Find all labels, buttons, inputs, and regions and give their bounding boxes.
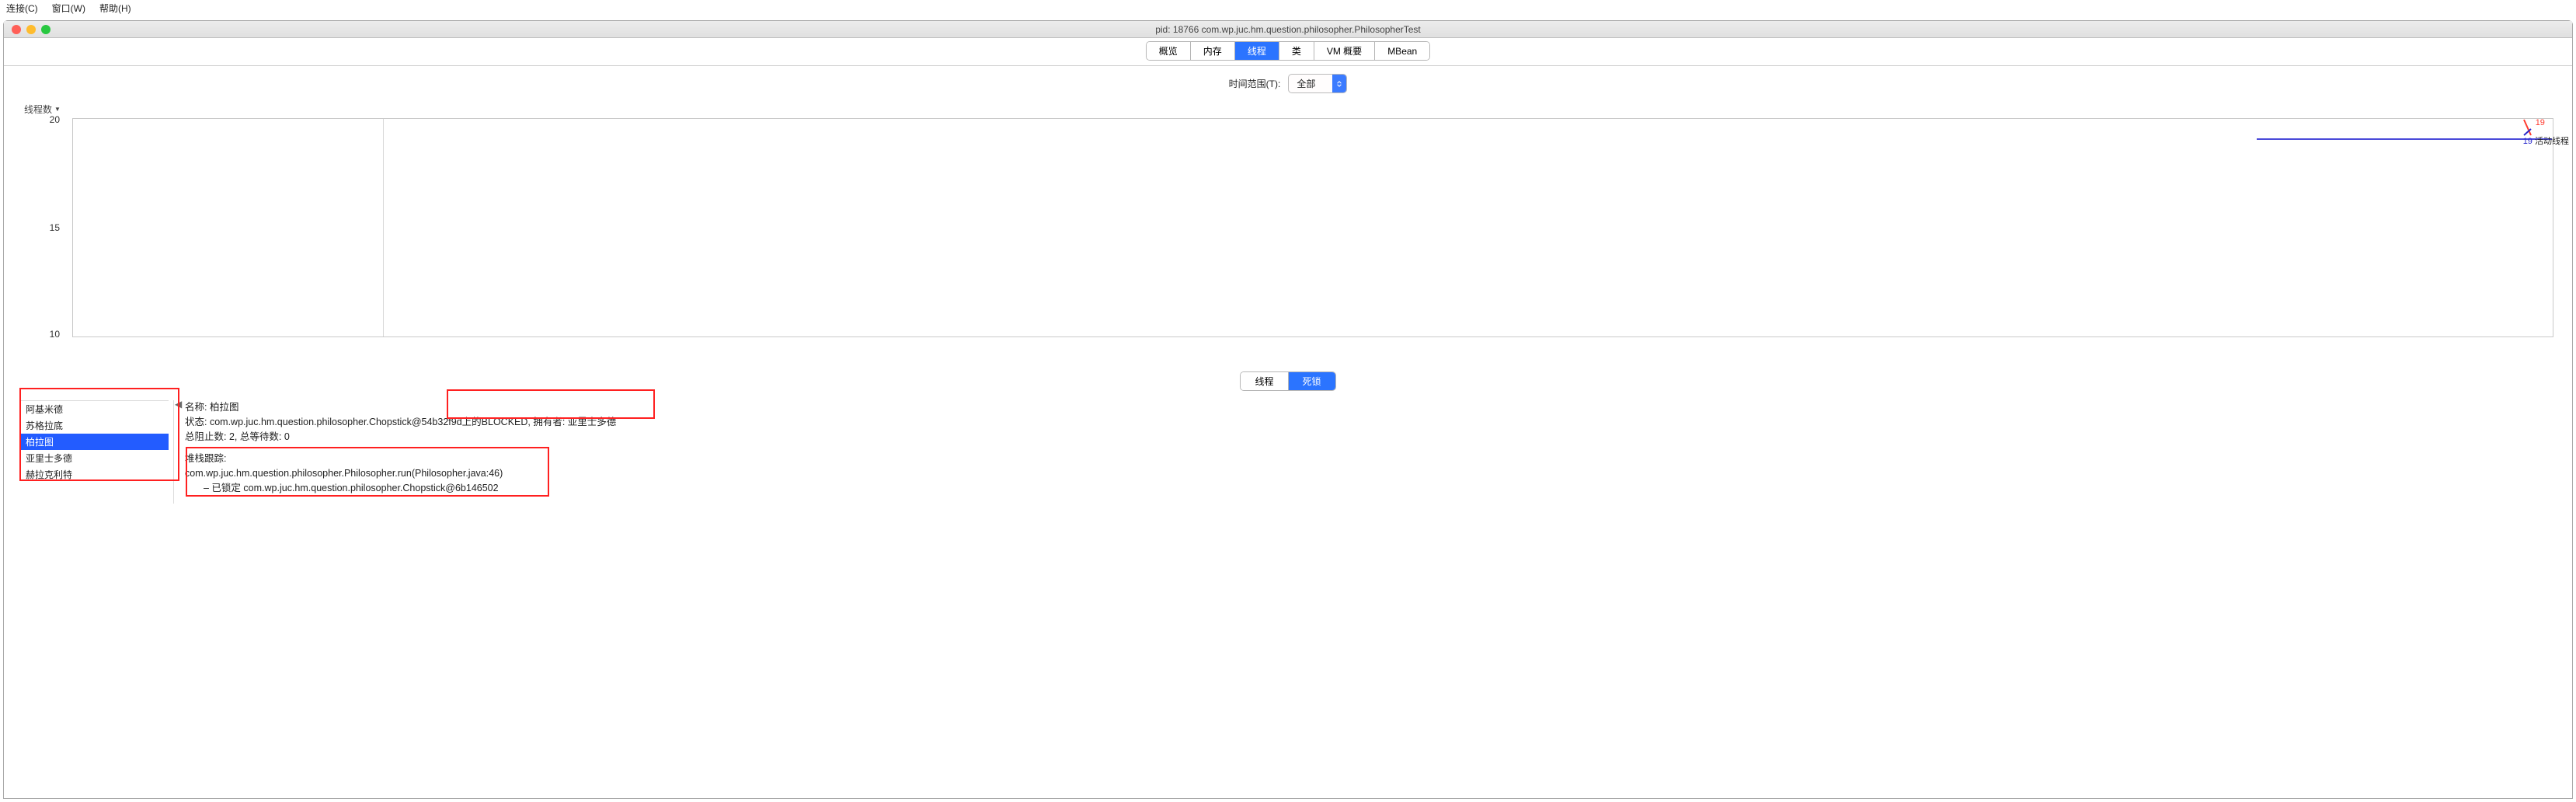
legend-blue-value: 19: [2523, 137, 2532, 146]
chevron-down-icon: ▼: [54, 106, 61, 113]
series-live-threads: [2257, 138, 2552, 140]
tab-memory[interactable]: 内存: [1191, 42, 1235, 60]
state-value-a: com.wp.juc.hm.question.philosopher.Chops…: [210, 417, 412, 427]
legend-marker-icon: [2523, 118, 2534, 137]
blocked-label: 总阻止数:: [185, 431, 226, 442]
thread-subtabs: 线程 死锁: [4, 371, 2572, 391]
stack-locked-prefix: – 已锁定: [204, 483, 241, 493]
state-label: 状态:: [185, 417, 207, 427]
list-item[interactable]: 阿基米德: [21, 401, 169, 417]
menubar: 连接(C) 窗口(W) 帮助(H): [0, 0, 2576, 16]
name-value: 柏拉图: [210, 402, 239, 413]
tab-overview[interactable]: 概览: [1147, 42, 1191, 60]
time-range-value: 全部: [1289, 75, 1332, 92]
tab-classes[interactable]: 类: [1279, 42, 1314, 60]
y-axis: 20 15 10: [19, 115, 64, 340]
minimize-icon[interactable]: [26, 25, 36, 34]
chart-legend: 19 19 活动线程: [2523, 118, 2569, 147]
subtab-deadlock[interactable]: 死锁: [1289, 372, 1335, 390]
tab-vm[interactable]: VM 概要: [1314, 42, 1375, 60]
y-tick: 15: [50, 222, 60, 233]
thread-info: 名称: 柏拉图 状态: com.wp.juc.hm.question.philo…: [173, 400, 2558, 504]
name-label: 名称:: [185, 402, 207, 413]
waited-value: 0: [284, 431, 290, 442]
stack-label: 堆栈跟踪:: [185, 452, 2558, 466]
stack-line: com.wp.juc.hm.question.philosopher.Philo…: [185, 466, 2558, 481]
window: pid: 18766 com.wp.juc.hm.question.philos…: [3, 20, 2573, 799]
gridline: [383, 119, 384, 336]
tab-threads[interactable]: 线程: [1235, 42, 1279, 60]
chevron-updown-icon: [1332, 75, 1346, 92]
menu-connect[interactable]: 连接(C): [6, 2, 38, 15]
list-item[interactable]: 亚里士多德: [21, 450, 169, 466]
time-range-label: 时间范围(T):: [1229, 77, 1281, 90]
y-tick: 20: [50, 114, 60, 125]
window-title: pid: 18766 com.wp.juc.hm.question.philos…: [4, 24, 2572, 35]
thread-list: 阿基米德 苏格拉底 柏拉图 亚里士多德 赫拉克利特: [21, 400, 169, 504]
list-item[interactable]: 柏拉图: [21, 434, 169, 450]
window-controls: [4, 25, 50, 34]
legend-red-value: 19: [2536, 118, 2545, 127]
stack-locked-value: com.wp.juc.hm.question.philosopher.Chops…: [243, 483, 498, 493]
chart-title-text: 线程数: [24, 103, 52, 116]
chart-plot: 11:11: [64, 115, 2561, 340]
main-tabs: 概览 内存 线程 类 VM 概要 MBean: [4, 38, 2572, 66]
subtab-threads[interactable]: 线程: [1241, 372, 1288, 390]
blocked-value: 2,: [229, 431, 237, 442]
menu-window[interactable]: 窗口(W): [52, 2, 85, 15]
titlebar: pid: 18766 com.wp.juc.hm.question.philos…: [4, 21, 2572, 38]
time-range-select[interactable]: 全部: [1288, 74, 1347, 93]
list-item[interactable]: 赫拉克利特: [21, 466, 169, 483]
y-tick: 10: [50, 329, 60, 340]
plot-area: [72, 118, 2553, 337]
detail-pane: 阿基米德 苏格拉底 柏拉图 亚里士多德 赫拉克利特 ◀ 名称: 柏拉图 状态: …: [21, 400, 2558, 504]
chart-panel: 线程数 ▼ 20 15 10 11:11: [19, 115, 2561, 340]
close-icon[interactable]: [12, 25, 21, 34]
legend-label: 活动线程: [2535, 137, 2569, 146]
state-value-b: @54b32f9d上的BLOCKED, 拥有者: 亚里士多德: [412, 417, 616, 427]
zoom-icon[interactable]: [41, 25, 50, 34]
waited-label: 总等待数:: [240, 431, 281, 442]
time-range-row: 时间范围(T): 全部: [4, 66, 2572, 101]
list-item[interactable]: 苏格拉底: [21, 417, 169, 434]
menu-help[interactable]: 帮助(H): [99, 2, 131, 15]
tab-mbean[interactable]: MBean: [1375, 42, 1429, 60]
